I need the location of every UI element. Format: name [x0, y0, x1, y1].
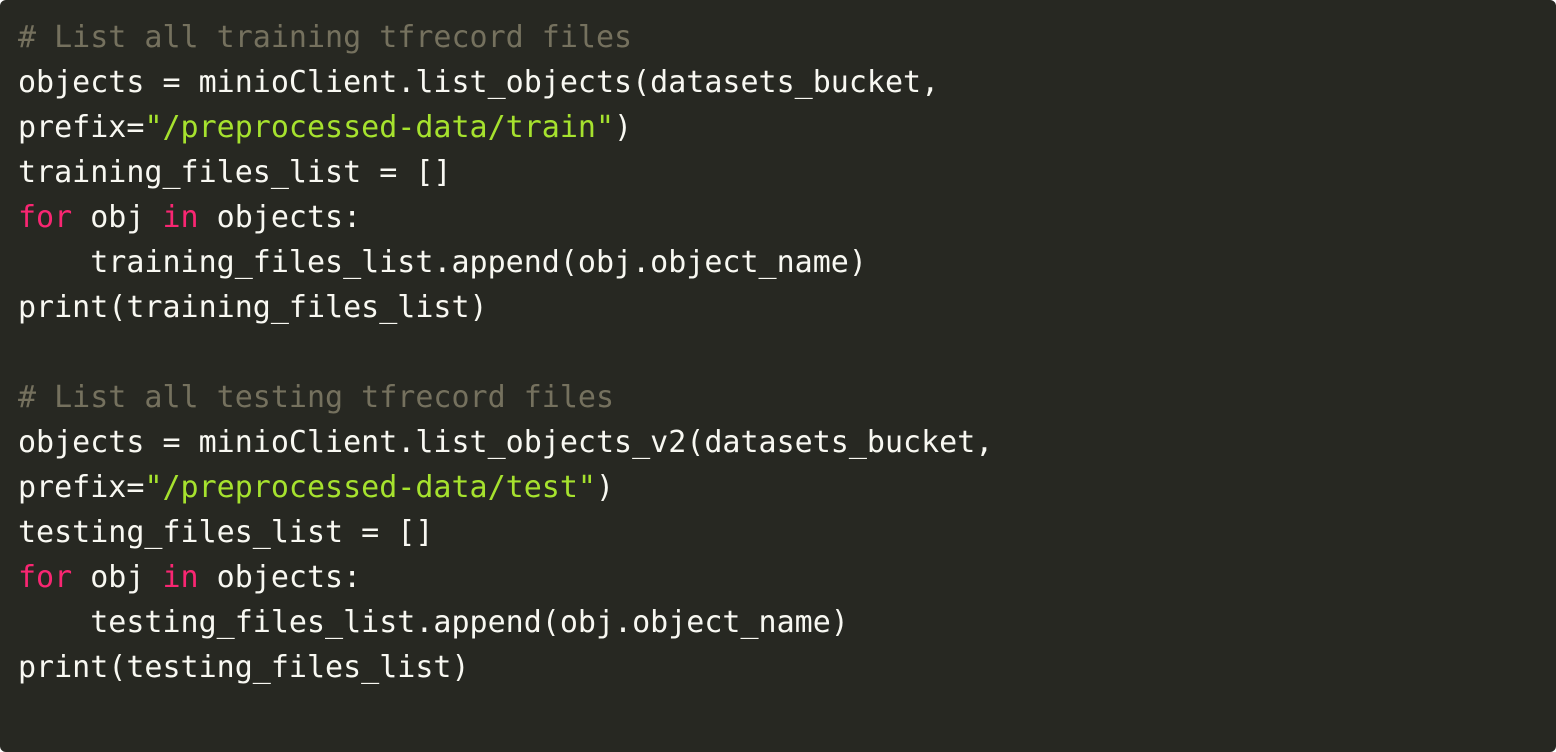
code-token-plain: objects = minioClient.list_objects(datas… [18, 65, 940, 100]
code-token-plain: testing_files_list = [] [18, 515, 434, 550]
code-line: # List all testing tfrecord files [18, 375, 1538, 420]
code-token-plain: testing_files_list.append(obj.object_nam… [18, 605, 849, 640]
code-token-plain: obj [72, 200, 163, 235]
code-line: prefix="/preprocessed-data/test") [18, 465, 1538, 510]
code-token-plain: objects = minioClient.list_objects_v2(da… [18, 425, 994, 460]
code-line: training_files_list = [] [18, 150, 1538, 195]
code-token-keyword: for [18, 200, 73, 235]
code-line: for obj in objects: [18, 195, 1538, 240]
code-token-comment: # List all testing tfrecord files [18, 380, 615, 415]
code-token-plain: ) [614, 110, 633, 145]
code-token-plain: print(testing_files_list) [18, 650, 470, 685]
code-token-keyword: in [162, 200, 199, 235]
code-token-plain: objects: [198, 560, 362, 595]
code-line: for obj in objects: [18, 555, 1538, 600]
code-line: training_files_list.append(obj.object_na… [18, 240, 1538, 285]
code-line: print(training_files_list) [18, 285, 1538, 330]
code-token-plain: print(training_files_list) [18, 290, 488, 325]
code-token-keyword: in [162, 560, 199, 595]
code-token-comment: # List all training tfrecord files [18, 20, 633, 55]
code-line: objects = minioClient.list_objects(datas… [18, 60, 1538, 105]
code-line: prefix="/preprocessed-data/train") [18, 105, 1538, 150]
code-token-plain: training_files_list = [] [18, 155, 452, 190]
code-lines: # List all training tfrecord files object… [18, 15, 1538, 690]
code-line: # List all training tfrecord files [18, 15, 1538, 60]
code-line: testing_files_list.append(obj.object_nam… [18, 600, 1538, 645]
code-token-plain: prefix= [18, 110, 145, 145]
code-token-plain: objects: [198, 200, 362, 235]
code-token-plain: obj [72, 560, 163, 595]
code-block[interactable]: # List all training tfrecord files object… [0, 0, 1556, 752]
code-token-string: "/preprocessed-data/test" [144, 470, 596, 505]
code-line: objects = minioClient.list_objects_v2(da… [18, 420, 1538, 465]
code-token-plain: prefix= [18, 470, 145, 505]
code-line: print(testing_files_list) [18, 645, 1538, 690]
code-token-plain: ) [595, 470, 615, 505]
code-line: testing_files_list = [] [18, 510, 1538, 555]
code-token-plain: training_files_list.append(obj.object_na… [18, 245, 867, 280]
code-token-string: "/preprocessed-data/train" [144, 110, 615, 145]
code-token-keyword: for [18, 560, 73, 595]
